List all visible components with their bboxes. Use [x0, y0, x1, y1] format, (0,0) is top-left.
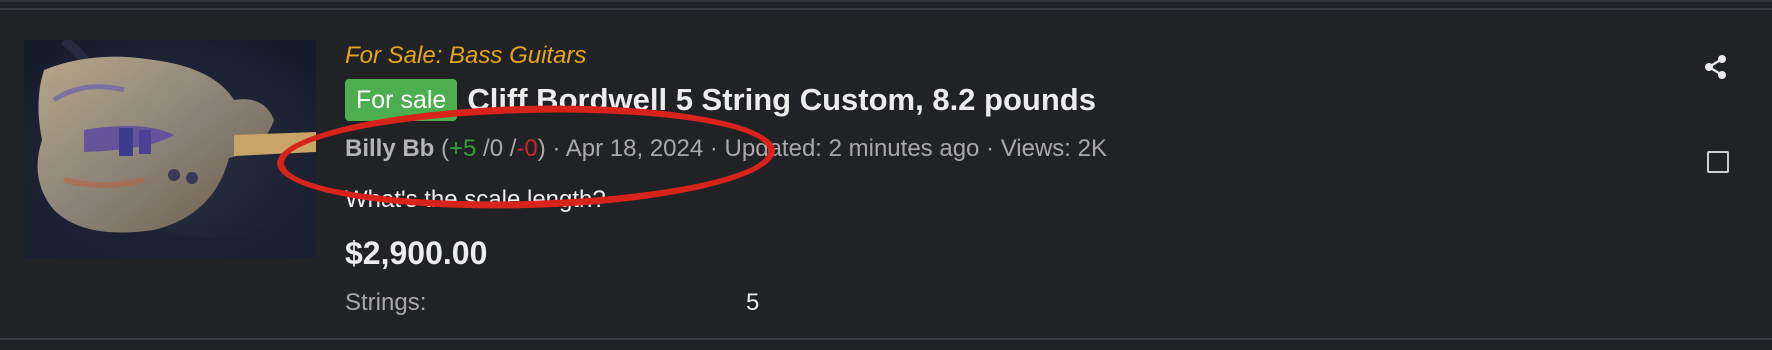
view-count: Views: 2K: [1000, 135, 1107, 162]
status-badge: For sale: [345, 79, 458, 121]
share-icon[interactable]: [1703, 54, 1729, 80]
attribute-key: Strings:: [345, 289, 427, 316]
title-line: For sale Cliff Bordwell 5 String Custom,…: [345, 78, 1645, 122]
listing-snippet: What's the scale length?: [345, 186, 606, 213]
feedback-neutral: /0 /: [476, 135, 517, 162]
feedback-positive: +5: [449, 135, 477, 162]
listing-meta: Billy Bb (+5 /0 /-0) · Apr 18, 2024 · Up…: [345, 130, 1645, 168]
author-link[interactable]: Billy Bb: [345, 135, 434, 162]
updated-time: Updated: 2 minutes ago: [724, 135, 980, 162]
listing-price: $2,900.00: [345, 235, 488, 271]
feedback-negative: -0: [516, 135, 538, 162]
meta-separator: ·: [703, 135, 725, 162]
attribute-row: Strings: 5: [345, 286, 1645, 320]
meta-separator: ·: [545, 135, 566, 162]
meta-separator: ·: [979, 135, 1001, 162]
listing-row[interactable]: For Sale: Bass Guitars For sale Cliff Bo…: [0, 8, 1772, 340]
listing-frame: For Sale: Bass Guitars For sale Cliff Bo…: [0, 0, 1772, 350]
feedback-close-paren: ): [537, 135, 546, 162]
post-date: Apr 18, 2024: [565, 135, 704, 162]
listing-title-link[interactable]: Cliff Bordwell 5 String Custom, 8.2 poun…: [467, 82, 1096, 118]
feedback-open-paren: (: [434, 135, 450, 162]
listing-content: For Sale: Bass Guitars For sale Cliff Bo…: [345, 40, 1645, 320]
forum-category-link[interactable]: For Sale: Bass Guitars: [345, 40, 1645, 72]
bass-guitar-photo: [24, 40, 316, 258]
listing-thumbnail[interactable]: [24, 40, 316, 258]
attribute-value: 5: [746, 289, 760, 316]
select-checkbox[interactable]: [1707, 151, 1729, 173]
